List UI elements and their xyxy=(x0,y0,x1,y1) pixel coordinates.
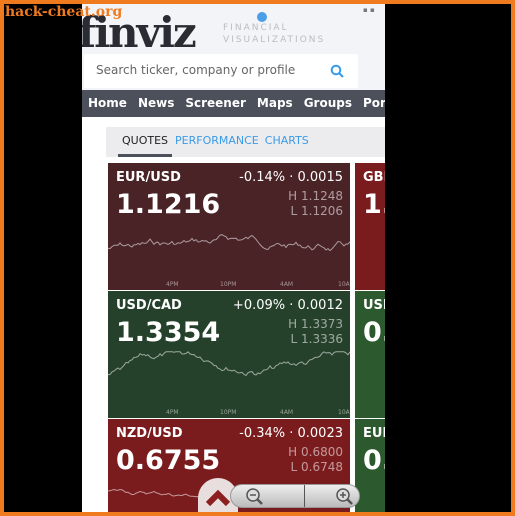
header: finviz FINANCIAL VISUALIZATIONS ▪ ▪ Searc… xyxy=(82,4,385,90)
tile-price: 0. xyxy=(363,317,385,348)
tagline-2: VISUALIZATIONS xyxy=(223,35,326,45)
time-label: 10PM xyxy=(220,281,237,288)
tile-price: 0.6755 xyxy=(116,445,221,476)
watermark: hack-cheat.org xyxy=(5,4,123,20)
zoom-divider xyxy=(304,485,305,507)
tab-charts[interactable]: CHARTS xyxy=(262,127,312,157)
time-label: 4AM xyxy=(280,281,294,288)
tab-quotes[interactable]: QUOTES xyxy=(118,127,173,157)
main-nav: Home News Screener Maps Groups Portf xyxy=(82,90,385,117)
zoom-in-icon[interactable] xyxy=(335,487,355,505)
sparkline xyxy=(108,351,350,377)
nav-maps[interactable]: Maps xyxy=(251,90,298,117)
nav-home[interactable]: Home xyxy=(82,90,132,117)
nav-portfolio[interactable]: Portf xyxy=(357,90,385,117)
sparkline xyxy=(108,234,350,252)
tile-symbol: EUR/USD xyxy=(116,170,181,185)
tagline-1: FINANCIAL xyxy=(223,23,289,33)
status-dots: ▪ ▪ xyxy=(363,6,375,14)
nav-groups[interactable]: Groups xyxy=(298,90,357,117)
nav-screener[interactable]: Screener xyxy=(179,90,251,117)
search-icon[interactable] xyxy=(330,64,344,78)
zoom-control xyxy=(230,484,360,508)
tile-high: H 0.6800 xyxy=(288,445,343,459)
time-label: 4PM xyxy=(166,281,179,288)
tile-low: L 0.6748 xyxy=(290,460,344,474)
tile-low: L 1.3336 xyxy=(290,332,344,346)
tile-symbol: USD/CAD xyxy=(116,298,182,313)
nav-news[interactable]: News xyxy=(132,90,179,117)
time-label: 10PM xyxy=(220,409,237,416)
time-axis: 4PM 10PM 4AM 10A xyxy=(108,281,350,289)
tile-symbol: EUI xyxy=(363,426,385,441)
tab-bar: QUOTES PERFORMANCE CHARTS xyxy=(106,127,385,157)
sparkline-line xyxy=(108,351,350,377)
search-input[interactable]: Search ticker, company or profile xyxy=(84,54,358,88)
tile-symbol: USD xyxy=(363,298,385,313)
quote-tile[interactable]: EUR/USD -0.14% · 0.0015 1.1216 H 1.1248 L… xyxy=(108,163,350,290)
search-placeholder: Search ticker, company or profile xyxy=(96,63,296,77)
tile-price: 1. xyxy=(363,189,385,220)
time-label: 4AM xyxy=(280,409,294,416)
tile-symbol: NZD/USD xyxy=(116,426,183,441)
time-axis: 4PM 10PM 4AM 10A xyxy=(108,409,350,417)
screen: hack-cheat.org finviz FINANCIAL VISUALIZA… xyxy=(4,4,511,512)
tile-price: 1.3354 xyxy=(116,317,221,348)
tile-change: -0.14% · 0.0015 xyxy=(239,170,343,185)
zoom-out-icon[interactable] xyxy=(245,487,265,505)
tile-high: H 1.3373 xyxy=(288,317,343,331)
sparkline-line xyxy=(108,234,350,252)
tile-high-low: H 1.3373 L 1.3336 xyxy=(288,317,343,347)
quote-tile-partial[interactable]: USD 0. xyxy=(355,291,385,418)
tile-low: L 1.1206 xyxy=(290,204,344,218)
tile-high-low: H 1.1248 L 1.1206 xyxy=(288,189,343,219)
quote-tile-partial[interactable]: GBI 1. xyxy=(355,163,385,290)
tile-price: 0. xyxy=(363,445,385,476)
logo-dot xyxy=(257,12,267,22)
tile-symbol: GBI xyxy=(363,170,385,185)
tagline: FINANCIAL VISUALIZATIONS xyxy=(223,22,325,46)
tab-performance[interactable]: PERFORMANCE xyxy=(172,127,262,157)
quote-tile[interactable]: USD/CAD +0.09% · 0.0012 1.3354 H 1.3373 L… xyxy=(108,291,350,418)
browser-page: finviz FINANCIAL VISUALIZATIONS ▪ ▪ Searc… xyxy=(82,4,385,512)
time-label: 4PM xyxy=(166,409,179,416)
time-label: 10A xyxy=(338,281,350,288)
tile-high: H 1.1248 xyxy=(288,189,343,203)
tile-high-low: H 0.6800 L 0.6748 xyxy=(288,445,343,475)
tile-change: -0.34% · 0.0023 xyxy=(239,426,343,441)
time-label: 10A xyxy=(338,409,350,416)
tile-change: +0.09% · 0.0012 xyxy=(232,298,343,313)
tile-price: 1.1216 xyxy=(116,189,221,220)
